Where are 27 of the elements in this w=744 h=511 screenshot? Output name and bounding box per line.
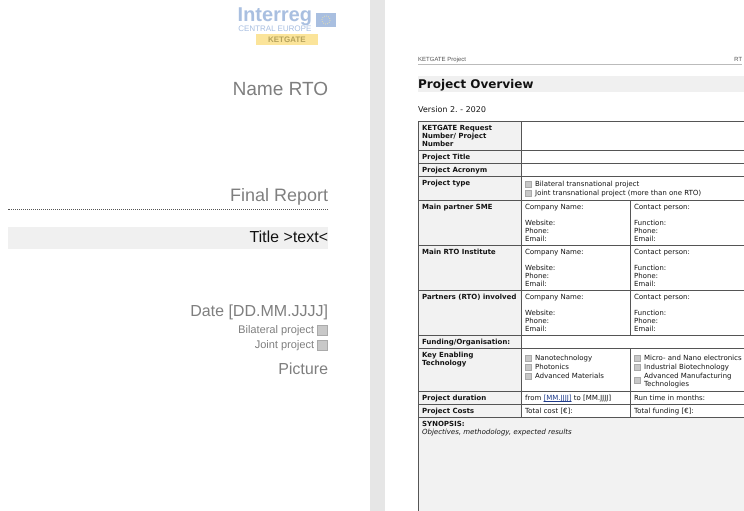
title-text: Title >text<	[8, 227, 328, 249]
checkbox[interactable]	[525, 190, 532, 196]
checkbox[interactable]	[634, 354, 641, 362]
checkbox[interactable]	[634, 364, 641, 370]
logo-title: Interreg	[238, 6, 312, 24]
rto-name: Name RTO	[232, 79, 328, 101]
logo-badge: KETGATE	[256, 34, 318, 45]
checkbox[interactable]	[525, 180, 532, 188]
input-cell[interactable]	[522, 151, 744, 163]
input-cell[interactable]	[522, 164, 744, 176]
version-text: Version 2. - 2020	[418, 105, 487, 114]
input-cell[interactable]	[522, 336, 744, 348]
checkbox[interactable]	[317, 340, 328, 350]
flag-icon	[316, 12, 336, 26]
checkbox[interactable]	[317, 324, 328, 336]
option-label: Bilateral project	[238, 324, 314, 336]
logo-subtitle: CENTRAL EUROPE	[238, 24, 312, 33]
checkbox[interactable]	[525, 372, 532, 380]
input-cell[interactable]	[522, 122, 744, 150]
picture-label: Picture	[278, 361, 328, 379]
checkbox[interactable]	[525, 364, 532, 370]
checkbox[interactable]	[634, 376, 641, 384]
section-heading: Project Overview	[418, 76, 744, 92]
option-label: Joint project	[254, 339, 314, 351]
checkbox[interactable]	[525, 354, 532, 362]
report-title: Final Report	[230, 185, 328, 206]
date-text: Date [DD.MM.JJJJ]	[190, 303, 328, 321]
